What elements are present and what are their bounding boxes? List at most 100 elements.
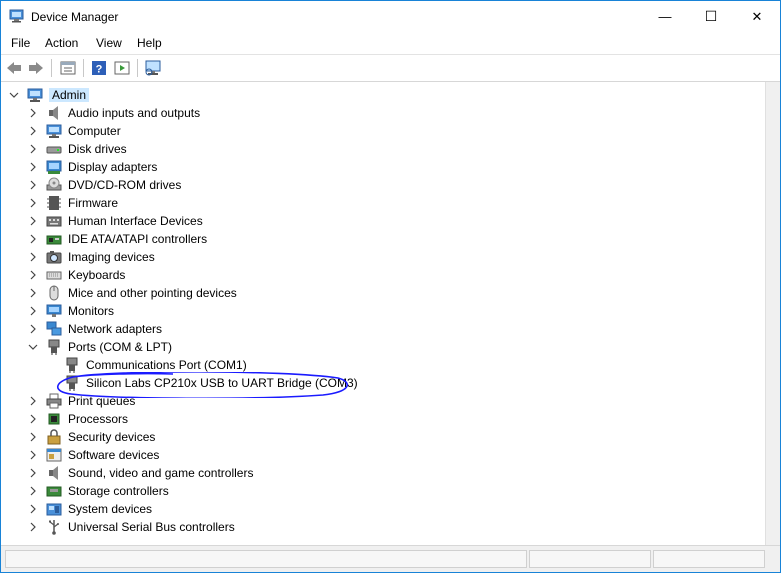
tree-device-cp210x-bridge[interactable]: Silicon Labs CP210x USB to UART Bridge (… <box>64 374 358 392</box>
chevron-right-icon[interactable] <box>28 306 38 316</box>
title-bar[interactable]: Device Manager — ☐ ✕ <box>1 1 780 32</box>
chevron-right-icon[interactable] <box>28 108 38 118</box>
tree-category-disk-drives[interactable]: Disk drives <box>28 140 127 158</box>
tree-category-system-devices[interactable]: System devices <box>28 500 152 518</box>
tree-category-label: Human Interface Devices <box>68 214 203 228</box>
usb-controller-icon <box>46 519 62 535</box>
tree-category-universal-serial-bus-controllers[interactable]: Universal Serial Bus controllers <box>28 518 235 536</box>
tree-category-processors[interactable]: Processors <box>28 410 128 428</box>
tree-category-imaging-devices[interactable]: Imaging devices <box>28 248 155 266</box>
security-device-icon <box>46 429 62 445</box>
chevron-right-icon[interactable] <box>28 198 38 208</box>
tree-category-firmware[interactable]: Firmware <box>28 194 118 212</box>
chevron-right-icon[interactable] <box>28 288 38 298</box>
tree-category-label: Monitors <box>68 304 115 318</box>
chevron-right-icon[interactable] <box>28 450 38 460</box>
vertical-scrollbar[interactable] <box>765 82 780 546</box>
chevron-right-icon[interactable] <box>28 216 38 226</box>
chevron-right-icon[interactable] <box>28 270 38 280</box>
chevron-down-icon[interactable] <box>28 342 38 352</box>
tree-category-label: Print queues <box>68 394 136 408</box>
tree-category-sound-video-and-game-controllers[interactable]: Sound, video and game controllers <box>28 464 253 482</box>
menu-bar: File Action View Help <box>1 32 780 55</box>
tree-category-audio-inputs-and-outputs[interactable]: Audio inputs and outputs <box>28 104 200 122</box>
run-icon[interactable] <box>113 59 131 77</box>
toolbar-separator <box>51 59 52 77</box>
back-icon[interactable] <box>5 59 23 77</box>
menu-file[interactable]: File <box>11 36 30 50</box>
tree-category-label: Network adapters <box>68 322 163 336</box>
tree-category-label: Disk drives <box>68 142 127 156</box>
chevron-right-icon[interactable] <box>28 234 38 244</box>
tree-category-storage-controllers[interactable]: Storage controllers <box>28 482 169 500</box>
tree-category-mice-and-other-pointing-devices[interactable]: Mice and other pointing devices <box>28 284 237 302</box>
tree-category-print-queues[interactable]: Print queues <box>28 392 135 410</box>
chevron-right-icon[interactable] <box>28 468 38 478</box>
tree-category-dvd-cd-rom-drives[interactable]: DVD/CD-ROM drives <box>28 176 181 194</box>
tree-category-label: Processors <box>68 412 129 426</box>
chevron-right-icon[interactable] <box>28 144 38 154</box>
chevron-right-icon[interactable] <box>28 324 38 334</box>
tree-category-label: Storage controllers <box>68 484 169 498</box>
device-tree[interactable]: Admin Audio inputs and outputs Computer Di… <box>1 82 768 546</box>
tree-category-computer[interactable]: Computer <box>28 122 121 140</box>
chevron-right-icon[interactable] <box>28 252 38 262</box>
toolbar: ? <box>1 55 780 82</box>
chevron-right-icon[interactable] <box>28 522 38 532</box>
chevron-down-icon[interactable] <box>9 90 19 100</box>
properties-icon[interactable] <box>59 59 77 77</box>
chevron-right-icon[interactable] <box>28 414 38 424</box>
disk-drive-icon <box>46 141 62 157</box>
tree-category-label: Computer <box>68 124 121 138</box>
minimize-button[interactable]: — <box>642 1 688 32</box>
help-icon[interactable]: ? <box>90 59 108 77</box>
chevron-right-icon[interactable] <box>28 432 38 442</box>
menu-action[interactable]: Action <box>45 36 78 50</box>
network-adapter-icon <box>46 321 62 337</box>
status-bar <box>1 545 780 572</box>
chevron-right-icon[interactable] <box>28 396 38 406</box>
device-manager-app-icon <box>9 9 25 23</box>
maximize-button[interactable]: ☐ <box>688 1 734 32</box>
menu-help[interactable]: Help <box>137 36 162 50</box>
tree-category-display-adapters[interactable]: Display adapters <box>28 158 157 176</box>
scan-hardware-icon[interactable] <box>144 59 162 77</box>
tree-category-label: DVD/CD-ROM drives <box>68 178 182 192</box>
chevron-right-icon[interactable] <box>28 162 38 172</box>
tree-category-network-adapters[interactable]: Network adapters <box>28 320 162 338</box>
monitor-icon <box>46 303 62 319</box>
port-icon <box>64 375 80 391</box>
tree-category-label: Mice and other pointing devices <box>68 286 237 300</box>
chevron-right-icon[interactable] <box>28 126 38 136</box>
forward-icon[interactable] <box>27 59 45 77</box>
software-device-icon <box>46 447 62 463</box>
chevron-right-icon[interactable] <box>28 180 38 190</box>
tree-category-monitors[interactable]: Monitors <box>28 302 114 320</box>
tree-device-com1-port[interactable]: Communications Port (COM1) <box>64 356 247 374</box>
tree-category-security-devices[interactable]: Security devices <box>28 428 155 446</box>
device-manager-window: Device Manager — ☐ ✕ File Action View He… <box>0 0 781 573</box>
tree-category-label: Sound, video and game controllers <box>68 466 254 480</box>
status-pane <box>653 550 765 568</box>
tree-root-admin[interactable]: Admin <box>9 86 90 104</box>
chevron-right-icon[interactable] <box>28 504 38 514</box>
firmware-icon <box>46 195 62 211</box>
processor-icon <box>46 411 62 427</box>
tree-category-label: Imaging devices <box>68 250 155 264</box>
tree-category-human-interface-devices[interactable]: Human Interface Devices <box>28 212 203 230</box>
tree-category-label: Security devices <box>68 430 156 444</box>
menu-view[interactable]: View <box>96 36 122 50</box>
tree-category-software-devices[interactable]: Software devices <box>28 446 159 464</box>
tree-category-ide-ata-atapi-controllers[interactable]: IDE ATA/ATAPI controllers <box>28 230 207 248</box>
tree-category-ports-com-lpt[interactable]: Ports (COM & LPT) <box>28 338 172 356</box>
tree-category-label: Audio inputs and outputs <box>68 106 201 120</box>
close-button[interactable]: ✕ <box>734 1 780 32</box>
chevron-right-icon[interactable] <box>28 486 38 496</box>
tree-category-label: Universal Serial Bus controllers <box>68 520 235 534</box>
display-adapter-icon <box>46 159 62 175</box>
tree-category-label: Software devices <box>68 448 160 462</box>
window-title: Device Manager <box>31 10 119 24</box>
tree-category-keyboards[interactable]: Keyboards <box>28 266 125 284</box>
storage-controller-icon <box>46 483 62 499</box>
tree-category-label: Display adapters <box>68 160 158 174</box>
